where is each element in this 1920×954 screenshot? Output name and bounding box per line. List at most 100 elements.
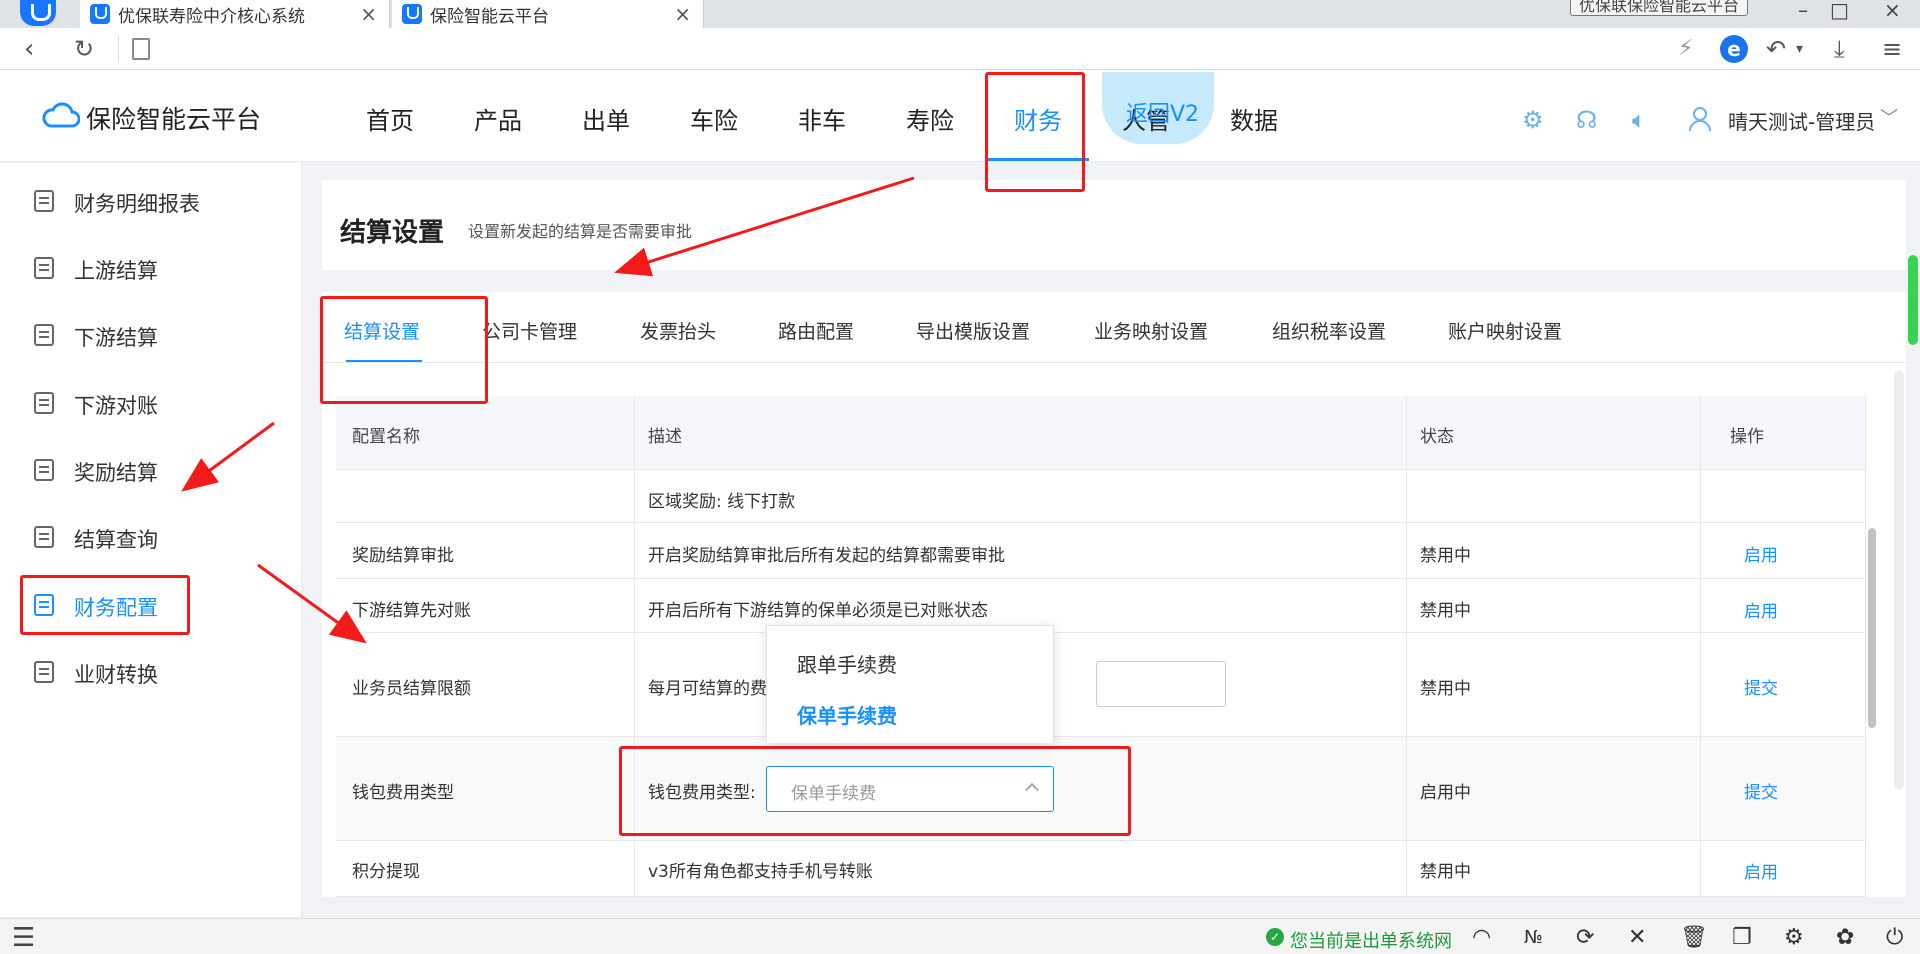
enable-button[interactable]: 启用 xyxy=(1744,858,1778,883)
table-header: 配置名称 描述 状态 操作 xyxy=(336,396,1866,470)
sidebar-item-label: 下游对账 xyxy=(74,394,158,418)
tab-business-mapping[interactable]: 业务映射设置 xyxy=(1094,317,1208,344)
browser-tab-1[interactable]: 优保联寿险中介核心系统 × xyxy=(80,0,390,28)
user-name[interactable]: 晴天测试-管理员 xyxy=(1728,106,1875,135)
row-desc: 开启后所有下游结算的保单必须是已对账状态 xyxy=(648,601,988,621)
sidebar-item-finance-config[interactable]: 财务配置 xyxy=(0,581,302,631)
browser-tab-bar: 优保联寿险中介核心系统 × 保险智能云平台 × 优保联保险智能云平台 – □ × xyxy=(0,0,1920,28)
enable-button[interactable]: 启用 xyxy=(1744,597,1778,622)
nav-home[interactable]: 首页 xyxy=(366,101,414,136)
number-icon[interactable]: № xyxy=(1524,927,1543,948)
dropdown-option-selected[interactable]: 保单手续费 xyxy=(797,700,897,729)
submit-button[interactable]: 提交 xyxy=(1744,778,1778,803)
power-icon[interactable]: ⏻ xyxy=(1886,925,1903,950)
wallet-fee-type-label: 钱包费用类型: xyxy=(648,783,756,803)
tab-route-config[interactable]: 路由配置 xyxy=(778,317,854,344)
tab-org-tax-rate[interactable]: 组织税率设置 xyxy=(1272,317,1386,344)
headset-icon[interactable]: ☊ xyxy=(1576,106,1597,134)
tab-invoice-title[interactable]: 发票抬头 xyxy=(640,317,716,344)
gear-icon[interactable]: ⚙ xyxy=(1784,925,1804,950)
sidebar-item-finance-report[interactable]: 财务明细报表 xyxy=(0,177,302,227)
sidebar-item-business-conversion[interactable]: 业财转换 xyxy=(0,648,302,698)
back-v2-label[interactable]: 返回V2 xyxy=(1126,96,1199,128)
lightning-icon[interactable]: ⚡ xyxy=(1678,34,1693,64)
nav-life[interactable]: 寿险 xyxy=(906,101,954,136)
side-scroll-indicator[interactable] xyxy=(1908,255,1918,345)
brand-name: 保险智能云平台 xyxy=(86,105,262,134)
table-scrollbar[interactable] xyxy=(1868,528,1876,728)
nav-product[interactable]: 产品 xyxy=(474,101,522,136)
tab-export-template[interactable]: 导出模版设置 xyxy=(916,317,1030,344)
tab-company-card[interactable]: 公司卡管理 xyxy=(482,317,577,344)
row-status: 启用中 xyxy=(1420,783,1471,803)
tab-favicon-icon xyxy=(90,4,110,24)
enable-button[interactable]: 启用 xyxy=(1744,541,1778,566)
table-row: 区域奖励: 线下打款 xyxy=(336,470,1866,523)
menu-icon[interactable]: ☰ xyxy=(12,923,35,953)
submit-button[interactable]: 提交 xyxy=(1744,674,1778,699)
browser-logo-icon xyxy=(20,0,56,26)
browser-tab-2[interactable]: 保险智能云平台 × xyxy=(392,0,704,28)
back-icon[interactable]: ‹ xyxy=(24,34,34,64)
table-row: 积分提现 v3所有角色都支持手机号转账 禁用中 启用 xyxy=(336,841,1866,897)
sidebar-item-label: 财务明细报表 xyxy=(74,192,200,216)
sync-icon[interactable]: ⟳ xyxy=(1576,925,1594,950)
limit-input[interactable] xyxy=(1096,661,1226,707)
tab-account-mapping[interactable]: 账户映射设置 xyxy=(1448,317,1562,344)
download-icon[interactable]: ⤓ xyxy=(1834,34,1845,64)
chevron-down-icon[interactable]: ▾ xyxy=(1796,34,1803,64)
dropdown-option[interactable]: 跟单手续费 xyxy=(797,649,897,678)
table-row: 奖励结算审批 开启奖励结算审批后所有发起的结算都需要审批 禁用中 启用 xyxy=(336,523,1866,579)
column-header-status: 状态 xyxy=(1420,427,1454,447)
sidebar-item-reward-settlement[interactable]: 奖励结算 xyxy=(0,446,302,496)
gear-icon[interactable]: ⚙ xyxy=(1522,106,1544,134)
table-row: 下游结算先对账 开启后所有下游结算的保单必须是已对账状态 禁用中 启用 xyxy=(336,579,1866,633)
row-name: 钱包费用类型 xyxy=(352,783,454,803)
close-icon[interactable]: × xyxy=(674,2,691,26)
page-scrollbar[interactable] xyxy=(1894,370,1904,790)
minimize-icon[interactable]: – xyxy=(1798,0,1808,22)
window-close-icon[interactable]: × xyxy=(1884,0,1901,22)
page-title: 结算设置 xyxy=(340,218,445,248)
copy-icon[interactable]: ❐ xyxy=(1732,925,1752,950)
column-divider xyxy=(1406,396,1407,897)
config-table: 配置名称 描述 状态 操作 区域奖励: 线下打款 奖励结算审批 开启奖励结算审批… xyxy=(336,396,1866,897)
row-status: 禁用中 xyxy=(1420,601,1471,621)
column-header-desc: 描述 xyxy=(648,427,682,447)
list-icon xyxy=(34,190,54,212)
nav-non-auto[interactable]: 非车 xyxy=(798,101,846,136)
tabs-divider xyxy=(322,362,1906,363)
wallet-fee-type-select[interactable]: 保单手续费 xyxy=(766,766,1054,812)
close-icon[interactable]: ✕ xyxy=(1628,925,1646,950)
sidebar-item-downstream-settlement[interactable]: 下游结算 xyxy=(0,311,302,361)
close-icon[interactable]: × xyxy=(360,2,377,26)
row-status: 禁用中 xyxy=(1420,546,1471,566)
browser-engine-icon[interactable]: e xyxy=(1720,35,1748,63)
nav-data[interactable]: 数据 xyxy=(1230,101,1278,136)
wifi-icon[interactable]: ◠ xyxy=(1472,925,1491,950)
page-icon xyxy=(132,38,150,60)
user-icon[interactable] xyxy=(1688,106,1712,132)
tab-settlement-settings[interactable]: 结算设置 xyxy=(344,317,420,344)
maximize-icon[interactable]: □ xyxy=(1830,0,1849,22)
menu-icon[interactable]: ≡ xyxy=(1882,34,1902,64)
settings-panel: 结算设置 公司卡管理 发票抬头 路由配置 导出模版设置 业务映射设置 组织税率设… xyxy=(322,292,1906,897)
speaker-icon[interactable]: 🔈︎ xyxy=(1632,106,1646,134)
document-icon xyxy=(34,257,54,279)
undo-icon[interactable]: ↶ xyxy=(1766,34,1786,64)
trash-icon[interactable]: 🗑︎ xyxy=(1680,925,1708,950)
refresh-icon[interactable]: ↻ xyxy=(74,34,94,64)
sidebar-item-label: 上游结算 xyxy=(74,259,158,283)
sidebar-item-upstream-settlement[interactable]: 上游结算 xyxy=(0,244,302,294)
status-text: 您当前是出单系统网 xyxy=(1290,931,1452,952)
column-divider xyxy=(634,396,635,897)
sidebar-item-settlement-query[interactable]: 结算查询 xyxy=(0,513,302,563)
column-divider xyxy=(1700,396,1701,897)
nav-finance[interactable]: 财务 xyxy=(1014,101,1062,136)
nav-auto[interactable]: 车险 xyxy=(690,101,738,136)
paw-icon[interactable]: ✿ xyxy=(1836,925,1854,950)
sidebar-item-label: 结算查询 xyxy=(74,528,158,552)
chevron-down-icon[interactable]: ﹀ xyxy=(1880,104,1898,130)
sidebar-item-downstream-reconcile[interactable]: 下游对账 xyxy=(0,379,302,429)
nav-policy[interactable]: 出单 xyxy=(582,101,630,136)
